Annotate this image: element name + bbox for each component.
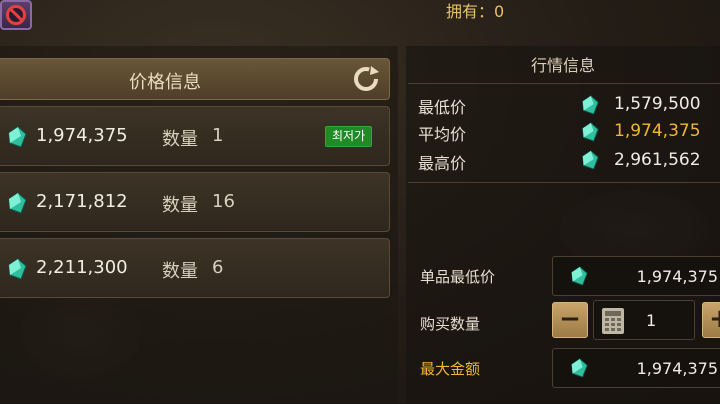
listing-qty: 1 — [212, 125, 224, 146]
gem-icon — [8, 126, 27, 148]
decrease-qty-button[interactable]: − — [552, 302, 588, 338]
listing-qty-label: 数量 — [162, 261, 198, 282]
gem-icon — [582, 122, 599, 142]
gem-icon — [582, 150, 599, 170]
owned-value: 0 — [494, 2, 505, 21]
purchase-qty-label: 购买数量 — [420, 315, 481, 333]
listing-price: 1,974,375 — [36, 125, 128, 146]
cancel-icon — [6, 5, 26, 25]
divider — [408, 83, 720, 84]
gem-icon — [8, 192, 27, 214]
calculator-icon[interactable] — [600, 307, 626, 335]
listing-row[interactable]: 1,974,375 数量 1 최저가 — [0, 106, 390, 166]
max-amount-label: 最大金额 — [420, 360, 481, 378]
avg-price-value: 1,974,375 — [614, 121, 701, 141]
owned-count: 拥有：0 — [446, 0, 504, 22]
refresh-icon[interactable] — [351, 64, 381, 94]
listing-price: 2,171,812 — [36, 191, 128, 212]
divider — [408, 182, 720, 183]
avg-price-label: 平均价 — [418, 125, 467, 144]
purchase-qty-value: 1 — [646, 311, 657, 330]
price-info-header: 价格信息 — [0, 58, 390, 100]
gem-icon — [571, 358, 588, 378]
increase-qty-button[interactable]: + — [702, 302, 720, 338]
listing-qty-label: 数量 — [162, 129, 198, 150]
listing-price: 2,211,300 — [36, 257, 128, 278]
max-amount-value: 1,974,375 — [636, 359, 718, 378]
min-price-label: 最低价 — [418, 98, 467, 117]
cancel-button[interactable] — [0, 0, 32, 30]
market-info-title: 行情信息 — [530, 56, 595, 75]
listing-qty: 6 — [212, 257, 224, 278]
max-amount-field: 1,974,375 — [552, 348, 720, 388]
unit-min-price-value: 1,974,375 — [636, 267, 718, 286]
unit-min-price-field: 1,974,375 — [552, 256, 720, 296]
gem-icon — [582, 95, 599, 115]
gem-icon — [571, 266, 588, 286]
max-price-label: 最高价 — [418, 154, 467, 173]
lowest-price-badge: 최저가 — [325, 126, 373, 147]
listing-qty-label: 数量 — [162, 195, 198, 216]
owned-label: 拥有： — [446, 2, 495, 21]
unit-min-price-label: 单品最低价 — [420, 268, 496, 286]
listing-row[interactable]: 2,211,300 数量 6 — [0, 238, 390, 298]
max-price-value: 2,961,562 — [614, 150, 701, 170]
purchase-qty-input[interactable]: 1 — [593, 300, 695, 340]
listing-row[interactable]: 2,171,812 数量 16 — [0, 172, 390, 232]
listing-qty: 16 — [212, 191, 235, 212]
price-info-title: 价格信息 — [129, 72, 201, 93]
min-price-value: 1,579,500 — [614, 94, 701, 114]
gem-icon — [8, 258, 27, 280]
